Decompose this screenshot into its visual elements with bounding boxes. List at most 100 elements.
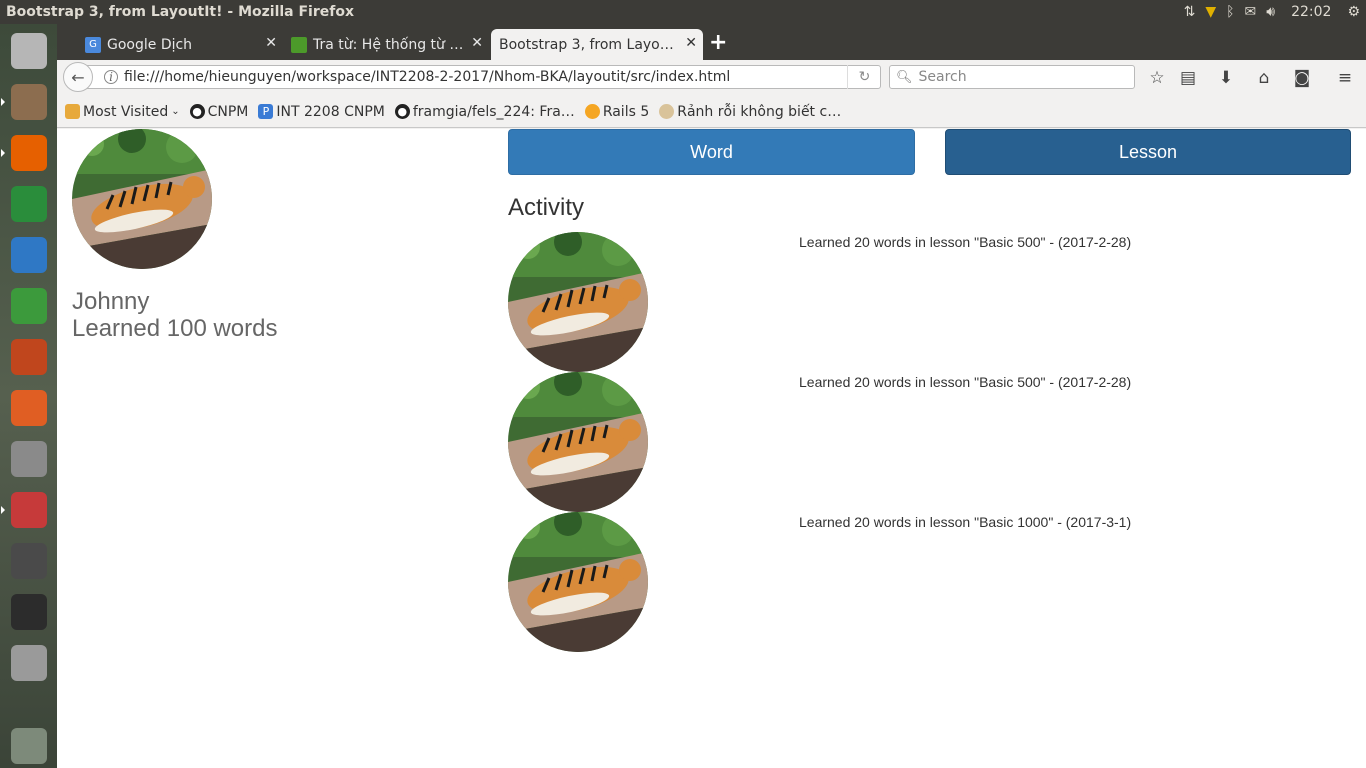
url-bar[interactable]: i file:///home/hieunguyen/workspace/INT2… xyxy=(87,65,881,89)
tab-bar: G Google Dịch ✕ Tra từ: Hệ thống từ … ✕ … xyxy=(57,24,1366,60)
navigation-bar: i file:///home/hieunguyen/workspace/INT2… xyxy=(57,60,1366,96)
github-icon: ● xyxy=(189,104,205,119)
reading-list-icon[interactable]: ▤ xyxy=(1177,67,1199,89)
rails-icon xyxy=(584,104,600,119)
bluetooth-icon[interactable]: ᛒ xyxy=(1226,4,1234,20)
close-icon[interactable]: ✕ xyxy=(685,35,697,51)
word-button[interactable]: Word xyxy=(508,129,915,175)
search-input[interactable]: 🔍︎ Search xyxy=(889,65,1135,89)
tiger-image xyxy=(72,129,212,269)
tab-title: Google Dịch xyxy=(107,36,193,53)
url-text[interactable]: file:///home/hieunguyen/workspace/INT220… xyxy=(124,69,730,85)
google-translate-icon: G xyxy=(85,36,101,53)
software-center-icon xyxy=(10,389,47,426)
back-button[interactable]: ← xyxy=(63,62,93,92)
activity-item-text: Learned 20 words in lesson "Basic 500" -… xyxy=(799,234,1132,250)
launcher-trash-button[interactable] xyxy=(6,723,52,768)
tiger-image xyxy=(508,232,648,372)
activity-avatar xyxy=(508,512,648,652)
bookmark-label: Rails 5 xyxy=(602,103,650,120)
power-gear-icon[interactable]: ⚙ xyxy=(1347,4,1360,20)
activity-avatar xyxy=(508,232,648,372)
search-placeholder: Search xyxy=(918,69,967,85)
lesson-button[interactable]: Lesson xyxy=(945,129,1351,175)
activity-avatar xyxy=(508,372,648,512)
tab-title: Tra từ: Hệ thống từ … xyxy=(313,36,464,53)
network-icon[interactable]: ⇅ xyxy=(1184,4,1196,20)
bookmark-most-visited[interactable]: Most Visited ⌄ xyxy=(65,104,180,120)
bookmark-label: CNPM xyxy=(207,103,249,120)
new-tab-button[interactable]: + xyxy=(709,30,727,55)
profile-avatar xyxy=(72,129,212,269)
launcher-writer-button[interactable] xyxy=(6,232,52,277)
reload-icon: ↻ xyxy=(858,69,871,85)
face-icon xyxy=(659,104,675,119)
close-icon[interactable]: ✕ xyxy=(471,35,483,51)
bookmark-label: Most Visited xyxy=(83,103,169,120)
tiger-image xyxy=(508,372,648,512)
tab-bootstrap[interactable]: Bootstrap 3, from Layo… ✕ xyxy=(491,29,703,60)
tiger-image xyxy=(508,512,648,652)
impress-icon xyxy=(10,338,47,375)
ubuntu-dash-icon xyxy=(10,32,47,69)
reload-button[interactable]: ↻ xyxy=(847,65,881,89)
document-viewer-icon xyxy=(10,491,47,528)
mail-icon[interactable]: ✉ xyxy=(1245,4,1257,20)
profile-name: Johnny xyxy=(72,288,150,315)
download-icon[interactable]: ⬇ xyxy=(1215,67,1237,89)
bookmark-rails5[interactable]: Rails 5 xyxy=(584,103,650,120)
volume-icon[interactable]: 🔊︎ xyxy=(1266,4,1275,20)
launcher-ubuntu-dash-button[interactable] xyxy=(6,28,52,73)
files-icon xyxy=(10,83,47,120)
bookmark-ranh-roi[interactable]: Rảnh rỗi không biết c… xyxy=(659,104,841,120)
close-icon[interactable]: ✕ xyxy=(265,35,277,51)
writer-icon xyxy=(10,236,47,273)
sublime-text-icon xyxy=(10,542,47,579)
clock[interactable]: 22:02 xyxy=(1291,4,1331,20)
launcher-calc-button[interactable] xyxy=(6,283,52,328)
trash-icon xyxy=(10,727,47,764)
github-icon: ● xyxy=(394,104,410,119)
bookmark-star-icon[interactable]: ☆ xyxy=(1146,67,1168,89)
launcher-files-button[interactable] xyxy=(0,79,52,124)
launcher xyxy=(0,24,57,768)
system-settings-icon xyxy=(10,440,47,477)
launcher-system-settings-button[interactable] xyxy=(6,436,52,481)
launcher-impress-button[interactable] xyxy=(6,334,52,379)
activity-item-text: Learned 20 words in lesson "Basic 1000" … xyxy=(799,514,1132,530)
back-arrow-icon: ← xyxy=(71,67,85,87)
disk-icon xyxy=(10,644,47,681)
bookmarks-bar: Most Visited ⌄ ● CNPM P INT 2208 CNPM ● … xyxy=(57,96,1366,128)
menu-icon[interactable]: ≡ xyxy=(1334,67,1356,89)
window-title: Bootstrap 3, from LayoutIt! - Mozilla Fi… xyxy=(6,4,354,20)
search-icon: 🔍︎ xyxy=(896,69,913,85)
launcher-disk-button[interactable] xyxy=(6,640,52,685)
launcher-chrome-button[interactable] xyxy=(6,181,52,226)
bookmark-int2208[interactable]: P INT 2208 CNPM xyxy=(258,104,385,120)
launcher-sublime-text-button[interactable] xyxy=(6,538,52,583)
bookmark-label: Rảnh rỗi không biết c… xyxy=(677,103,842,120)
home-icon[interactable]: ⌂ xyxy=(1253,67,1275,89)
web-page: Johnny Learned 100 words Word Lesson Act… xyxy=(57,129,1366,768)
pocket-icon[interactable]: ◙ xyxy=(1291,67,1313,89)
launcher-document-viewer-button[interactable] xyxy=(0,487,52,532)
bookmark-cnpm[interactable]: ● CNPM xyxy=(189,103,249,120)
tab-title: Bootstrap 3, from Layo… xyxy=(499,36,674,53)
launcher-firefox-button[interactable] xyxy=(0,130,52,175)
tab-google-dich[interactable]: G Google Dịch ✕ xyxy=(77,29,283,60)
vpn-icon[interactable]: ▼ xyxy=(1205,4,1216,20)
tab-tra-tu[interactable]: Tra từ: Hệ thống từ … ✕ xyxy=(283,29,489,60)
chevron-down-icon: ⌄ xyxy=(171,106,180,117)
launcher-terminal-button[interactable] xyxy=(6,589,52,634)
system-top-bar: Bootstrap 3, from LayoutIt! - Mozilla Fi… xyxy=(0,0,1366,24)
firefox-icon xyxy=(10,134,47,171)
system-tray: ⇅ ▼ ᛒ ✉ 🔊︎ 22:02 ⚙ xyxy=(1184,0,1366,24)
info-icon[interactable]: i xyxy=(104,70,118,84)
p-icon: P xyxy=(258,104,274,119)
activity-heading: Activity xyxy=(508,194,585,221)
profile-learned-count: Learned 100 words xyxy=(72,315,278,342)
activity-item-text: Learned 20 words in lesson "Basic 500" -… xyxy=(799,374,1132,390)
bookmark-framgia[interactable]: ● framgia/fels_224: Fra… xyxy=(394,104,575,120)
launcher-software-center-button[interactable] xyxy=(6,385,52,430)
terminal-icon xyxy=(10,593,47,630)
